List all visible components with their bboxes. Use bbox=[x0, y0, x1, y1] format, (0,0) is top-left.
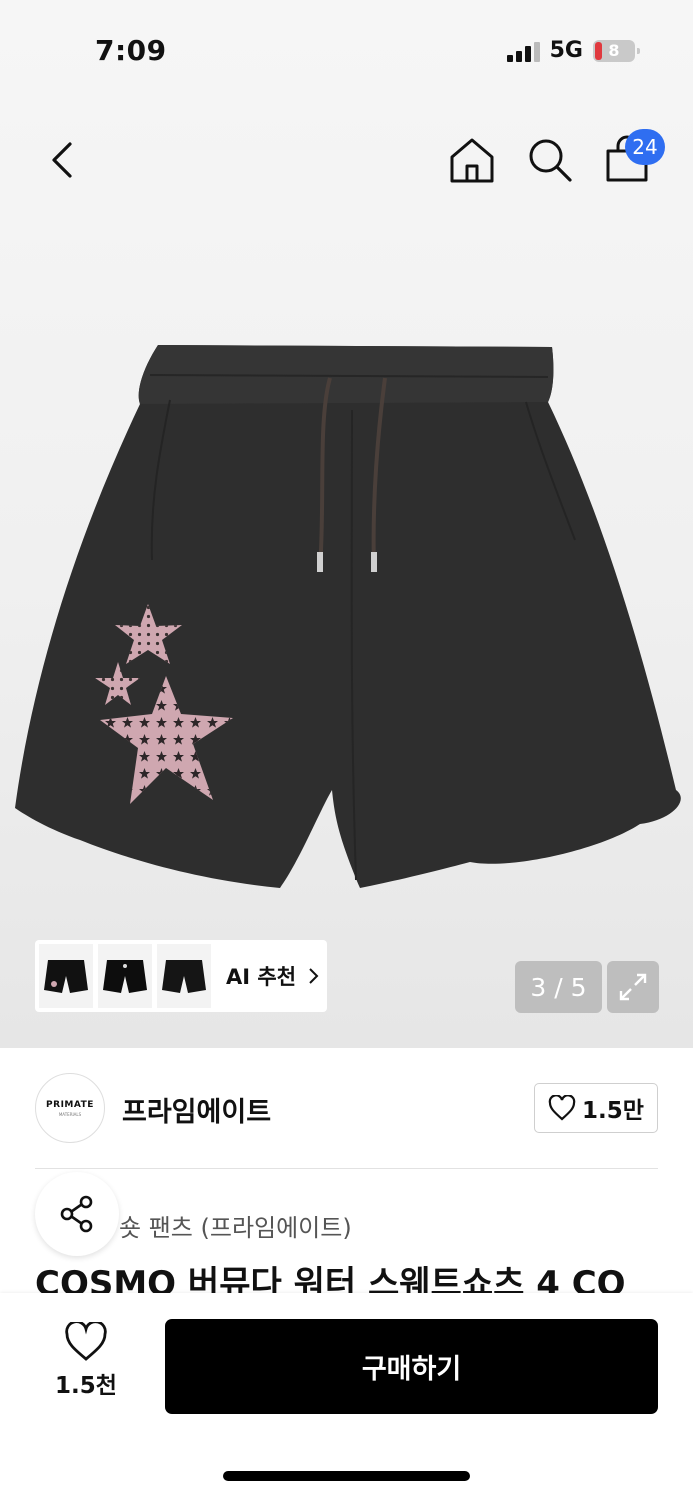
back-icon[interactable] bbox=[42, 138, 82, 182]
buy-button[interactable]: 구매하기 bbox=[165, 1319, 658, 1414]
thumbnail-3[interactable] bbox=[157, 944, 211, 1008]
chevron-right-icon bbox=[309, 968, 319, 984]
product-category[interactable]: 숏 팬츠 (프라임에이트) bbox=[119, 1208, 352, 1243]
thumbnail-2[interactable] bbox=[98, 944, 152, 1008]
brand-name[interactable]: 프라임에이트 bbox=[122, 1090, 271, 1129]
brand-like-button[interactable]: 1.5만 bbox=[534, 1083, 658, 1133]
fullscreen-button[interactable] bbox=[607, 961, 659, 1013]
product-title-container: COSMO 버뮤다 워터 스웨트쇼츠 4 CO bbox=[35, 1262, 675, 1294]
brand-like-count: 1.5만 bbox=[582, 1098, 644, 1124]
product-image bbox=[15, 345, 681, 888]
status-time: 7:09 bbox=[95, 34, 167, 67]
battery-level: 8 bbox=[608, 41, 620, 60]
product-title: COSMO 버뮤다 워터 스웨트쇼츠 4 CO bbox=[35, 1264, 626, 1294]
product-image-gallery[interactable]: 7:09 5G 8 24 AI 추천 3 / 5 bbox=[0, 0, 693, 1048]
signal-icon bbox=[506, 40, 540, 62]
image-page-indicator: 3 / 5 bbox=[515, 961, 602, 1013]
heart-icon bbox=[548, 1095, 576, 1121]
thumbnail-1[interactable] bbox=[39, 944, 93, 1008]
ai-recommend-label: AI 추천 bbox=[226, 965, 297, 989]
brand-logo[interactable]: PRIMATE MATERIALS bbox=[35, 1073, 105, 1143]
product-like-button[interactable]: 1.5천 bbox=[40, 1322, 132, 1412]
home-icon[interactable] bbox=[446, 134, 498, 186]
status-indicators: 5G 8 bbox=[506, 38, 640, 63]
brand-row[interactable]: PRIMATE MATERIALS 프라임에이트 1.5만 bbox=[35, 1073, 658, 1143]
product-like-count: 1.5천 bbox=[55, 1373, 117, 1399]
brand-logo-subtext: MATERIALS bbox=[58, 1111, 82, 1117]
share-icon bbox=[60, 1195, 93, 1233]
network-label: 5G bbox=[549, 38, 583, 63]
cart-count-badge: 24 bbox=[625, 129, 665, 165]
home-indicator[interactable] bbox=[223, 1471, 470, 1481]
brand-logo-text: PRIMATE bbox=[46, 1099, 94, 1110]
share-button[interactable] bbox=[35, 1172, 119, 1256]
divider bbox=[35, 1168, 658, 1169]
heart-icon bbox=[65, 1322, 107, 1361]
battery-icon: 8 bbox=[593, 39, 640, 62]
expand-icon bbox=[619, 973, 647, 1001]
search-icon[interactable] bbox=[524, 134, 576, 186]
thumbnail-strip[interactable]: AI 추천 bbox=[35, 940, 327, 1012]
ai-recommend-link[interactable]: AI 추천 bbox=[226, 961, 320, 991]
